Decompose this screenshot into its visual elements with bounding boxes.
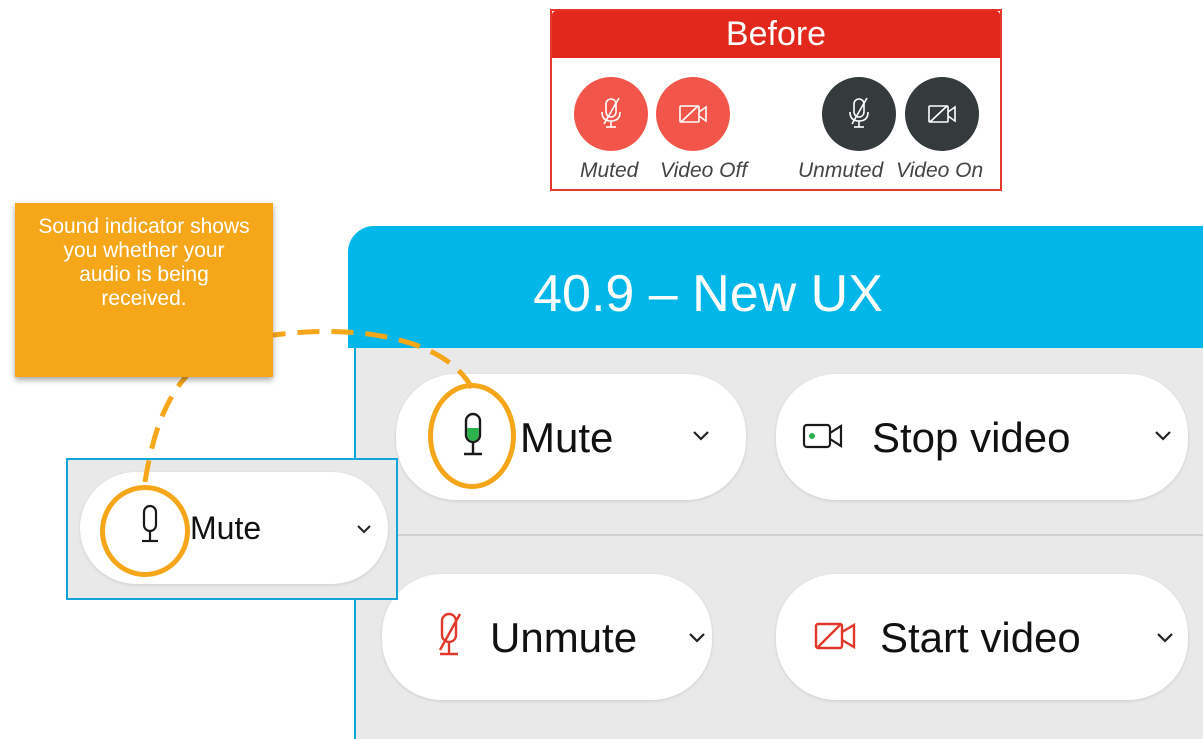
- video-camera-icon: [802, 423, 843, 449]
- before-title: Before: [552, 11, 1000, 58]
- caption-unmuted: Unmuted: [798, 159, 884, 182]
- video-off-icon: [679, 105, 707, 123]
- before-panel: Before Muted Video Off Unmuted Video On: [550, 9, 1002, 191]
- mic-off-icon: [601, 97, 621, 128]
- chevron-down-icon[interactable]: [1156, 632, 1174, 644]
- chevron-down-icon[interactable]: [688, 632, 706, 644]
- chevron-down-icon[interactable]: [692, 430, 710, 442]
- old-video-button-off[interactable]: [656, 77, 730, 151]
- mini-mute-label: Mute: [190, 510, 262, 546]
- callout-text: Sound indicator shows you whether your a…: [38, 215, 250, 310]
- new-ux-header: 40.9 – New UX: [348, 226, 1203, 348]
- caption-muted: Muted: [580, 159, 639, 182]
- stop-video-label: Stop video: [872, 414, 1071, 461]
- mic-off-icon: [849, 97, 869, 128]
- chevron-down-icon[interactable]: [356, 524, 372, 534]
- new-ux-title: 40.9 – New UX: [533, 265, 883, 323]
- chevron-down-icon[interactable]: [1154, 430, 1172, 442]
- mute-label: Mute: [520, 414, 614, 461]
- start-video-button[interactable]: Start video: [776, 574, 1188, 700]
- caption-video-on: Video On: [896, 159, 984, 182]
- unmute-button[interactable]: Unmute: [382, 574, 712, 700]
- unmute-label: Unmute: [490, 614, 638, 661]
- mic-off-icon: [438, 612, 462, 656]
- old-video-button-on[interactable]: [905, 77, 979, 151]
- highlight-ring-top: [428, 383, 516, 489]
- caption-video-off: Video Off: [660, 159, 748, 182]
- stop-video-button[interactable]: Stop video: [776, 374, 1188, 500]
- video-off-icon: [928, 105, 956, 123]
- old-mute-button-muted[interactable]: [574, 77, 648, 151]
- start-video-label: Start video: [880, 614, 1081, 661]
- old-mute-button-unmuted[interactable]: [822, 77, 896, 151]
- row-divider: [354, 534, 1203, 536]
- highlight-ring-mini: [100, 485, 190, 577]
- video-off-icon: [814, 622, 856, 650]
- sound-indicator-callout: Sound indicator shows you whether your a…: [15, 203, 273, 377]
